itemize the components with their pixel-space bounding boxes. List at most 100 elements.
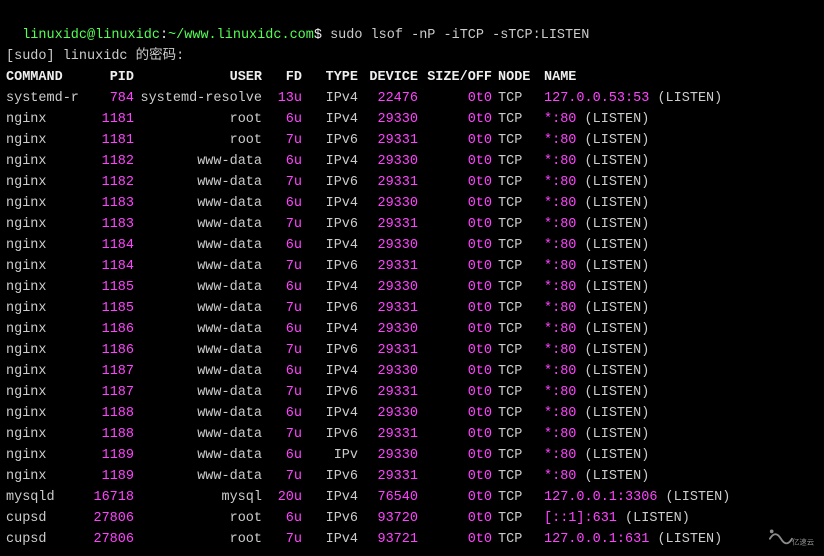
cell-fd: 7u bbox=[262, 529, 302, 550]
cell-size: 0t0 bbox=[422, 130, 492, 151]
cell-user: www-data bbox=[134, 214, 262, 235]
hdr-fd: FD bbox=[262, 67, 302, 88]
hdr-command: COMMAND bbox=[6, 67, 86, 88]
cell-command: nginx bbox=[6, 298, 86, 319]
cell-command: nginx bbox=[6, 256, 86, 277]
cell-device: 93721 bbox=[362, 529, 418, 550]
cell-fd: 7u bbox=[262, 256, 302, 277]
cell-device: 29331 bbox=[362, 382, 418, 403]
cell-name: *:80 (LISTEN) bbox=[544, 424, 649, 445]
cell-node: TCP bbox=[498, 277, 544, 298]
prompt-dollar: $ bbox=[314, 28, 330, 43]
process-row: nginx1186www-data6uIPv4293300t0TCP*:80 (… bbox=[6, 319, 818, 340]
process-row: nginx1182www-data6uIPv4293300t0TCP*:80 (… bbox=[6, 151, 818, 172]
cell-name: *:80 (LISTEN) bbox=[544, 445, 649, 466]
cell-fd: 6u bbox=[262, 319, 302, 340]
cell-name: *:80 (LISTEN) bbox=[544, 214, 649, 235]
cell-size: 0t0 bbox=[422, 340, 492, 361]
cell-pid: 1182 bbox=[86, 172, 134, 193]
cell-node: TCP bbox=[498, 235, 544, 256]
prompt-line[interactable]: linuxidc@linuxidc:~/www.linuxidc.com$ su… bbox=[6, 4, 818, 46]
cell-user: www-data bbox=[134, 361, 262, 382]
cell-fd: 7u bbox=[262, 130, 302, 151]
cell-name: *:80 (LISTEN) bbox=[544, 130, 649, 151]
cell-size: 0t0 bbox=[422, 445, 492, 466]
cell-type: IPv4 bbox=[310, 529, 358, 550]
cell-user: www-data bbox=[134, 298, 262, 319]
prompt-cwd: ~/www.linuxidc.com bbox=[168, 28, 314, 43]
cell-size: 0t0 bbox=[422, 235, 492, 256]
cell-fd: 7u bbox=[262, 340, 302, 361]
cell-type: IPv6 bbox=[310, 256, 358, 277]
cell-size: 0t0 bbox=[422, 193, 492, 214]
cell-command: nginx bbox=[6, 382, 86, 403]
cell-size: 0t0 bbox=[422, 361, 492, 382]
cell-size: 0t0 bbox=[422, 88, 492, 109]
process-row: nginx1183www-data6uIPv4293300t0TCP*:80 (… bbox=[6, 193, 818, 214]
cell-command: nginx bbox=[6, 193, 86, 214]
cell-fd: 7u bbox=[262, 214, 302, 235]
cell-pid: 1186 bbox=[86, 340, 134, 361]
cell-fd: 7u bbox=[262, 382, 302, 403]
cell-device: 29330 bbox=[362, 151, 418, 172]
cell-size: 0t0 bbox=[422, 487, 492, 508]
cell-command: mysqld bbox=[6, 487, 86, 508]
process-row: nginx1184www-data6uIPv4293300t0TCP*:80 (… bbox=[6, 235, 818, 256]
cell-device: 22476 bbox=[362, 88, 418, 109]
cell-device: 29330 bbox=[362, 445, 418, 466]
cell-device: 29331 bbox=[362, 466, 418, 487]
cell-pid: 1188 bbox=[86, 403, 134, 424]
cell-device: 29330 bbox=[362, 277, 418, 298]
cell-node: TCP bbox=[498, 172, 544, 193]
cell-node: TCP bbox=[498, 403, 544, 424]
cell-device: 29330 bbox=[362, 361, 418, 382]
cell-type: IPv6 bbox=[310, 466, 358, 487]
cell-command: nginx bbox=[6, 151, 86, 172]
cell-type: IPv6 bbox=[310, 382, 358, 403]
cell-pid: 27806 bbox=[86, 508, 134, 529]
cell-node: TCP bbox=[498, 382, 544, 403]
cell-node: TCP bbox=[498, 361, 544, 382]
cell-user: www-data bbox=[134, 256, 262, 277]
cell-name: *:80 (LISTEN) bbox=[544, 340, 649, 361]
cell-node: TCP bbox=[498, 529, 544, 550]
cell-pid: 1183 bbox=[86, 214, 134, 235]
cell-node: TCP bbox=[498, 340, 544, 361]
cell-user: www-data bbox=[134, 277, 262, 298]
cell-fd: 13u bbox=[262, 88, 302, 109]
cell-command: cupsd bbox=[6, 529, 86, 550]
cell-user: www-data bbox=[134, 235, 262, 256]
process-row: nginx1186www-data7uIPv6293310t0TCP*:80 (… bbox=[6, 340, 818, 361]
cell-fd: 7u bbox=[262, 172, 302, 193]
cell-device: 76540 bbox=[362, 487, 418, 508]
cell-size: 0t0 bbox=[422, 382, 492, 403]
cell-device: 29330 bbox=[362, 193, 418, 214]
cell-name: *:80 (LISTEN) bbox=[544, 361, 649, 382]
cell-device: 29331 bbox=[362, 298, 418, 319]
cell-node: TCP bbox=[498, 193, 544, 214]
cell-command: nginx bbox=[6, 130, 86, 151]
process-row: cupsd27806root6uIPv6937200t0TCP[::1]:631… bbox=[6, 508, 818, 529]
cell-name: 127.0.0.1:3306 (LISTEN) bbox=[544, 487, 730, 508]
cell-pid: 1187 bbox=[86, 361, 134, 382]
cell-type: IPv4 bbox=[310, 151, 358, 172]
hdr-node: NODE bbox=[498, 67, 544, 88]
cell-type: IPv4 bbox=[310, 193, 358, 214]
cell-name: *:80 (LISTEN) bbox=[544, 172, 649, 193]
cell-pid: 1186 bbox=[86, 319, 134, 340]
cell-type: IPv4 bbox=[310, 277, 358, 298]
prompt-sep: : bbox=[160, 28, 168, 43]
cell-command: nginx bbox=[6, 214, 86, 235]
cell-node: TCP bbox=[498, 151, 544, 172]
cell-node: TCP bbox=[498, 256, 544, 277]
hdr-pid: PID bbox=[86, 67, 134, 88]
process-row: nginx1187www-data7uIPv6293310t0TCP*:80 (… bbox=[6, 382, 818, 403]
cell-size: 0t0 bbox=[422, 403, 492, 424]
cell-command: nginx bbox=[6, 466, 86, 487]
cell-fd: 6u bbox=[262, 235, 302, 256]
cell-name: *:80 (LISTEN) bbox=[544, 256, 649, 277]
process-row: cupsd27806root7uIPv4937210t0TCP127.0.0.1… bbox=[6, 529, 818, 550]
cell-node: TCP bbox=[498, 109, 544, 130]
cell-node: TCP bbox=[498, 88, 544, 109]
cell-pid: 1185 bbox=[86, 298, 134, 319]
